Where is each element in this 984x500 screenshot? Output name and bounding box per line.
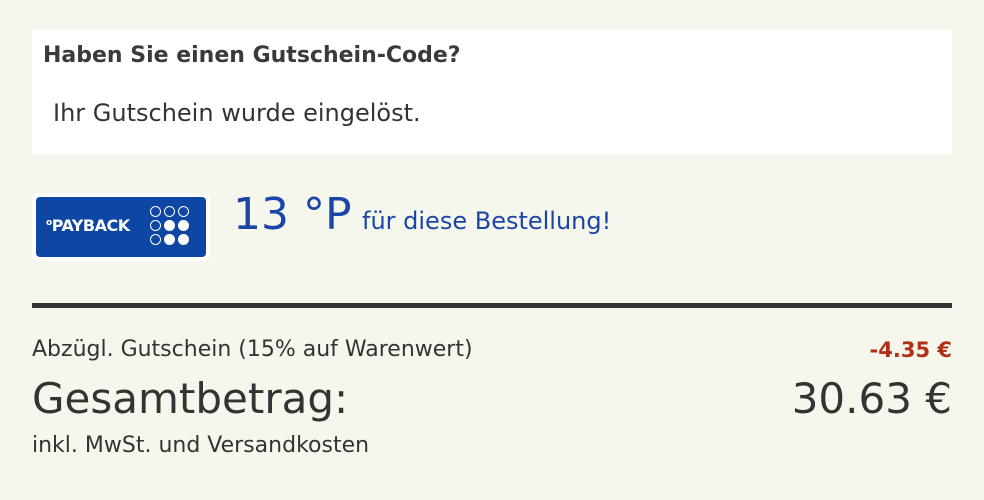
payback-wordmark: oPAYBACK	[46, 216, 130, 235]
coupon-heading: Haben Sie einen Gutschein-Code?	[43, 43, 461, 68]
payback-dots-icon	[150, 206, 190, 246]
payback-logo: oPAYBACK	[32, 193, 210, 261]
discount-amount: -4.35 €	[869, 338, 952, 362]
total-label: Gesamtbetrag:	[32, 374, 349, 423]
tax-note: inkl. MwSt. und Versandkosten	[32, 433, 370, 458]
payback-points-row: oPAYBACK 13 °P für diese Bestellung!	[32, 189, 952, 263]
coupon-status-message: Ihr Gutschein wurde eingelöst.	[53, 99, 421, 127]
summary-divider	[32, 303, 952, 308]
cart-summary-page: Haben Sie einen Gutschein-Code? Ihr Guts…	[0, 0, 984, 500]
total-amount: 30.63 €	[791, 374, 952, 423]
coupon-box: Haben Sie einen Gutschein-Code? Ihr Guts…	[32, 30, 952, 154]
discount-label: Abzügl. Gutschein (15% auf Warenwert)	[32, 337, 473, 362]
payback-logo-badge: oPAYBACK	[36, 197, 206, 257]
payback-points-text: für diese Bestellung!	[362, 207, 612, 235]
payback-points-value: 13 °P	[233, 189, 352, 240]
